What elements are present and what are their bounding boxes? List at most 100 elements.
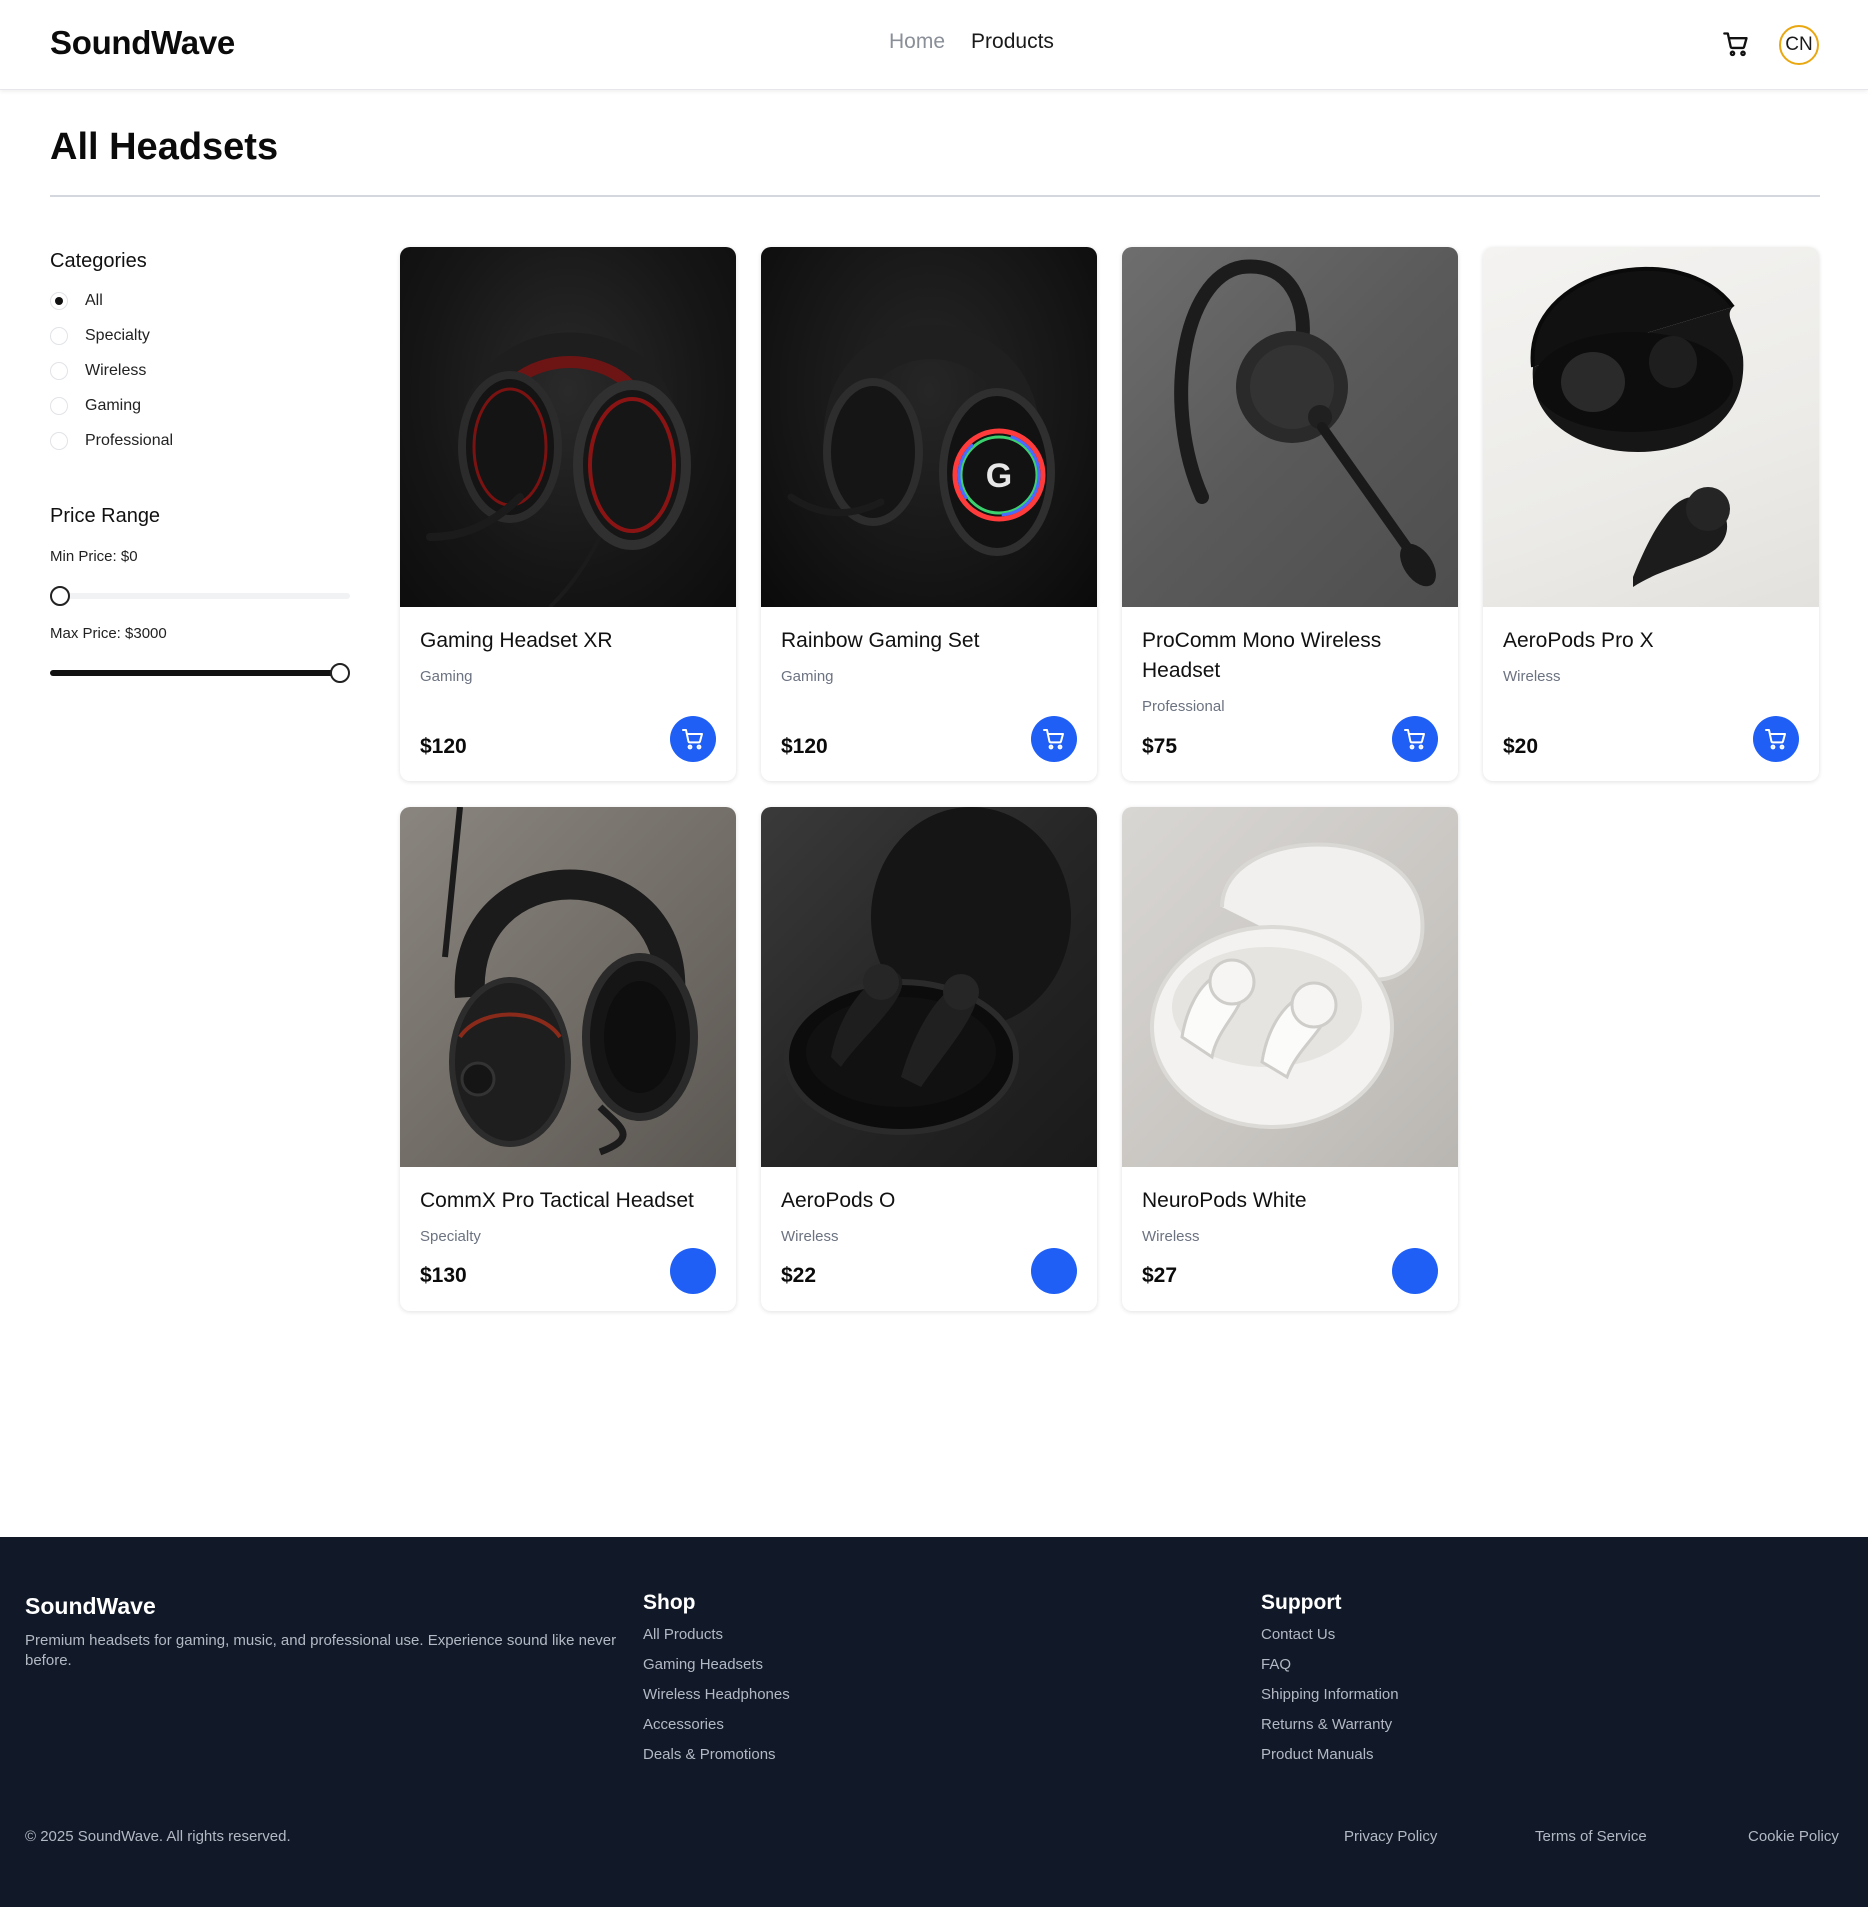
max-price-label: Max Price: $3000	[50, 625, 167, 642]
product-card[interactable]: NeuroPods White Wireless $27	[1122, 807, 1458, 1311]
slider-thumb[interactable]	[330, 663, 350, 683]
radio-button[interactable]	[50, 397, 68, 415]
max-price-slider[interactable]	[50, 662, 350, 684]
footer-copyright: © 2025 SoundWave. All rights reserved.	[25, 1828, 291, 1845]
product-name[interactable]: AeroPods Pro X	[1503, 626, 1803, 656]
footer-link-contact[interactable]: Contact Us	[1261, 1626, 1335, 1643]
radio-button[interactable]	[50, 327, 68, 345]
add-to-cart-button[interactable]	[1753, 716, 1799, 762]
category-label: Wireless	[85, 362, 147, 379]
category-option-all[interactable]: All	[50, 292, 103, 310]
cart-icon	[682, 729, 703, 750]
add-to-cart-button[interactable]	[1392, 1248, 1438, 1294]
radio-button[interactable]	[50, 292, 68, 310]
footer-link-all-products[interactable]: All Products	[643, 1626, 723, 1643]
category-option-gaming[interactable]: Gaming	[50, 397, 141, 415]
product-card[interactable]: CommX Pro Tactical Headset Specialty $13…	[400, 807, 736, 1311]
product-price: $27	[1142, 1264, 1178, 1287]
nav-products-link[interactable]: Products	[971, 30, 1054, 54]
footer-description: Premium headsets for gaming, music, and …	[25, 1632, 617, 1669]
product-image[interactable]	[400, 807, 736, 1167]
radio-selected-dot	[55, 297, 63, 305]
cart-icon	[1404, 729, 1425, 750]
product-card[interactable]: ProComm Mono Wireless Headset Profession…	[1122, 247, 1458, 781]
footer-link-terms[interactable]: Terms of Service	[1535, 1828, 1647, 1845]
radio-button[interactable]	[50, 362, 68, 380]
slider-fill	[50, 670, 340, 676]
cart-icon	[1043, 729, 1064, 750]
product-name[interactable]: AeroPods O	[781, 1186, 1081, 1216]
product-price: $130	[420, 1264, 467, 1287]
site-logo[interactable]: SoundWave	[50, 24, 235, 62]
product-price: $20	[1503, 735, 1539, 758]
footer-brand: SoundWave	[25, 1593, 156, 1619]
add-to-cart-button[interactable]	[1031, 716, 1077, 762]
min-price-label: Min Price: $0	[50, 548, 138, 565]
footer-link-manuals[interactable]: Product Manuals	[1261, 1746, 1374, 1763]
product-image[interactable]	[1122, 807, 1458, 1167]
category-label: Specialty	[85, 327, 150, 344]
product-image[interactable]	[400, 247, 736, 607]
category-option-wireless[interactable]: Wireless	[50, 362, 146, 380]
product-card[interactable]: AeroPods O Wireless $22	[761, 807, 1097, 1311]
footer-link-cookies[interactable]: Cookie Policy	[1748, 1828, 1839, 1845]
footer-link-privacy[interactable]: Privacy Policy	[1344, 1828, 1437, 1845]
footer-link-deals[interactable]: Deals & Promotions	[643, 1746, 776, 1763]
add-to-cart-button[interactable]	[1392, 716, 1438, 762]
category-option-specialty[interactable]: Specialty	[50, 327, 150, 345]
cart-icon	[1765, 729, 1786, 750]
product-name[interactable]: NeuroPods White	[1142, 1186, 1442, 1216]
add-to-cart-button[interactable]	[670, 716, 716, 762]
add-to-cart-button[interactable]	[1031, 1248, 1077, 1294]
main-nav: Home Products	[889, 30, 1054, 54]
min-price-slider[interactable]	[50, 585, 350, 607]
nav-home-link[interactable]: Home	[889, 30, 945, 54]
site-footer: SoundWave Premium headsets for gaming, m…	[0, 1537, 1868, 1907]
product-price: $75	[1142, 735, 1178, 758]
user-avatar[interactable]: CN	[1779, 25, 1819, 65]
product-image[interactable]	[1483, 247, 1819, 607]
product-category: Professional	[1142, 698, 1225, 715]
product-category: Wireless	[1142, 1228, 1200, 1245]
product-card[interactable]: Gaming Headset XR Gaming $120	[400, 247, 736, 781]
add-to-cart-button[interactable]	[670, 1248, 716, 1294]
footer-link-gaming-headsets[interactable]: Gaming Headsets	[643, 1656, 763, 1673]
categories-heading: Categories	[50, 250, 147, 272]
product-price: $120	[781, 735, 828, 758]
footer-link-shipping[interactable]: Shipping Information	[1261, 1686, 1399, 1703]
product-price: $22	[781, 1264, 817, 1287]
title-divider	[50, 195, 1820, 197]
product-category: Wireless	[781, 1228, 839, 1245]
category-label: Gaming	[85, 397, 142, 414]
cart-icon[interactable]	[1722, 30, 1750, 58]
page-title: All Headsets	[50, 126, 279, 168]
product-card[interactable]: AeroPods Pro X Wireless $20	[1483, 247, 1819, 781]
product-category: Gaming	[420, 668, 473, 685]
footer-link-wireless-headphones[interactable]: Wireless Headphones	[643, 1686, 790, 1703]
product-category: Specialty	[420, 1228, 481, 1245]
footer-link-faq[interactable]: FAQ	[1261, 1656, 1291, 1673]
product-name[interactable]: Gaming Headset XR	[420, 626, 720, 656]
product-image[interactable]	[761, 807, 1097, 1167]
product-name[interactable]: CommX Pro Tactical Headset	[420, 1186, 720, 1216]
footer-link-returns[interactable]: Returns & Warranty	[1261, 1716, 1392, 1733]
footer-link-accessories[interactable]: Accessories	[643, 1716, 724, 1733]
top-navbar: SoundWave Home Products CN	[0, 0, 1868, 90]
price-range-heading: Price Range	[50, 505, 161, 527]
product-category: Wireless	[1503, 668, 1561, 685]
radio-button[interactable]	[50, 432, 68, 450]
product-name[interactable]: ProComm Mono Wireless Headset	[1142, 626, 1442, 686]
category-option-professional[interactable]: Professional	[50, 432, 173, 450]
svg-text:G: G	[986, 457, 1012, 495]
slider-thumb[interactable]	[50, 586, 70, 606]
product-image[interactable]	[1122, 247, 1458, 607]
footer-support-title: Support	[1261, 1591, 1342, 1614]
category-label: Professional	[85, 432, 174, 449]
product-name[interactable]: Rainbow Gaming Set	[781, 626, 1081, 656]
product-price: $120	[420, 735, 467, 758]
category-label: All	[85, 292, 103, 309]
product-category: Gaming	[781, 668, 834, 685]
footer-shop-title: Shop	[643, 1591, 696, 1614]
product-card[interactable]: G Rainbow Gaming Set Gaming $120	[761, 247, 1097, 781]
product-image[interactable]: G	[761, 247, 1097, 607]
